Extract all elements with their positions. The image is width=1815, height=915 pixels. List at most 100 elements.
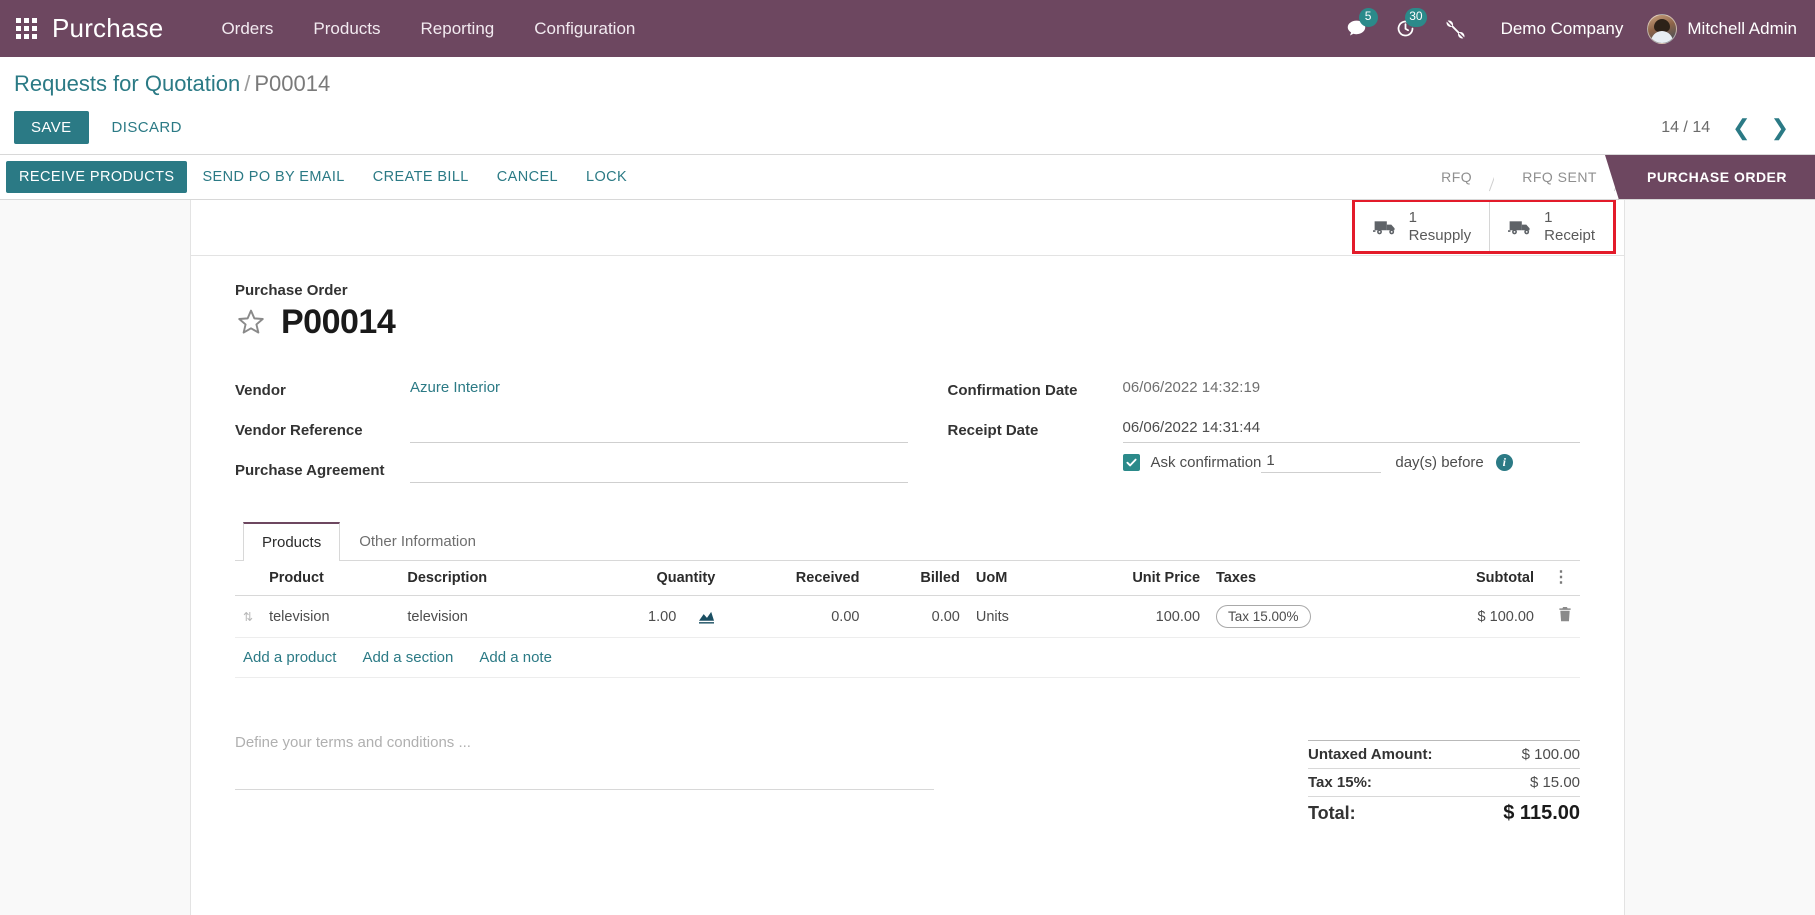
forecast-report-icon[interactable]	[698, 609, 715, 624]
form-column-right: Confirmation Date 06/06/2022 14:32:19 Re…	[908, 372, 1581, 492]
terms-and-conditions[interactable]: Define your terms and conditions ...	[235, 734, 935, 790]
stage-rfq-sent[interactable]: RFQ SENT	[1494, 155, 1619, 199]
field-vendor-reference-label: Vendor Reference	[235, 422, 363, 439]
stage-rfq[interactable]: RFQ	[1413, 155, 1495, 199]
field-vendor-reference: Vendor Reference	[235, 412, 908, 443]
cell-uom[interactable]: Units	[967, 595, 1057, 638]
row-drag-handle[interactable]: ⇅	[235, 595, 262, 638]
drag-handle-icon: ⇅	[243, 609, 254, 624]
apps-grid-icon[interactable]	[0, 18, 52, 39]
table-row[interactable]: ⇅ television television 1.00 0.00 0.00 U…	[235, 595, 1580, 638]
receive-products-button[interactable]: RECEIVE PRODUCTS	[6, 161, 188, 193]
add-a-section-link[interactable]: Add a section	[362, 649, 453, 666]
menu-item-reporting[interactable]: Reporting	[401, 0, 515, 57]
menu-item-products[interactable]: Products	[293, 0, 400, 57]
optional-columns-toggle[interactable]: ⋮	[1542, 561, 1580, 596]
cell-billed[interactable]: 0.00	[867, 595, 968, 638]
tab-other-information[interactable]: Other Information	[340, 522, 495, 561]
column-header-product: Product	[261, 561, 400, 596]
handle-column-header	[235, 561, 262, 596]
field-purchase-agreement: Purchase Agreement	[235, 452, 908, 483]
status-action-bar: RECEIVE PRODUCTS SEND PO BY EMAIL CREATE…	[0, 155, 1815, 200]
field-receipt-date-input[interactable]: 06/06/2022 14:31:44	[1122, 419, 1580, 443]
column-header-subtotal: Subtotal	[1408, 561, 1542, 596]
company-switcher[interactable]: Demo Company	[1479, 19, 1640, 39]
field-vendor: Vendor Azure Interior	[235, 372, 908, 403]
cell-received[interactable]: 0.00	[723, 595, 868, 638]
cell-description[interactable]: television	[399, 595, 573, 638]
control-panel: Requests for Quotation / P00014 SAVE DISCA…	[0, 57, 1815, 155]
total-row-total: Total: $ 115.00	[1308, 796, 1580, 830]
pager-counter: 14 / 14	[1661, 118, 1711, 136]
activities-button[interactable]: 30	[1381, 0, 1430, 57]
chevron-left-icon[interactable]: ❮	[1724, 115, 1758, 141]
vertical-dots-icon: ⋮	[1553, 569, 1569, 586]
ask-confirmation-checkbox[interactable]	[1122, 454, 1140, 471]
lock-button[interactable]: LOCK	[573, 161, 640, 193]
user-menu[interactable]: Mitchell Admin	[1639, 13, 1797, 44]
column-header-unit-price: Unit Price	[1056, 561, 1209, 596]
checkmark-icon	[1125, 458, 1137, 467]
ask-confirmation-label: Ask confirmation	[1150, 454, 1262, 471]
smart-button-receipt[interactable]: 1 Receipt	[1490, 202, 1613, 251]
create-bill-button[interactable]: CREATE BILL	[360, 161, 482, 193]
cell-taxes[interactable]: Tax 15.00%	[1208, 595, 1409, 638]
column-header-quantity: Quantity	[572, 561, 724, 596]
total-row-tax: Tax 15%: $ 15.00	[1308, 768, 1580, 796]
field-purchase-agreement-input[interactable]	[410, 459, 908, 483]
truck-icon	[1372, 217, 1399, 237]
trash-icon	[1558, 607, 1572, 626]
add-a-note-link[interactable]: Add a note	[479, 649, 552, 666]
order-lines-header: Product Description Quantity Received Bi…	[235, 561, 1580, 596]
ask-confirmation-days-input[interactable]	[1261, 452, 1382, 473]
add-a-product-link[interactable]: Add a product	[243, 649, 336, 666]
tab-products[interactable]: Products	[243, 522, 341, 561]
record-title-label: Purchase Order	[235, 282, 348, 299]
messages-button[interactable]: 5	[1332, 0, 1381, 57]
smart-button-box: 1 Resupply 1 Receipt	[191, 200, 1624, 256]
page-title: P00014	[281, 303, 396, 341]
form-fields: Vendor Azure Interior Vendor Reference P…	[235, 372, 1580, 492]
menu-item-orders[interactable]: Orders	[201, 0, 293, 57]
discard-button[interactable]: DISCARD	[97, 111, 197, 144]
field-receipt-date: Receipt Date 06/06/2022 14:31:44	[948, 412, 1580, 443]
smart-button-receipt-label: Receipt	[1544, 226, 1595, 244]
cell-quantity[interactable]: 1.00	[572, 595, 724, 638]
navbar-right: 5 30 Demo Company Mitchell Admin	[1332, 0, 1797, 57]
cancel-button[interactable]: CANCEL	[484, 161, 571, 193]
cell-product[interactable]: television	[261, 595, 400, 638]
messages-badge: 5	[1358, 8, 1378, 27]
days-before-label: day(s) before	[1395, 454, 1484, 471]
total-value-tax: $ 15.00	[1529, 774, 1580, 791]
total-value-untaxed: $ 100.00	[1521, 746, 1580, 763]
total-value-total: $ 115.00	[1503, 802, 1580, 824]
column-header-billed: Billed	[867, 561, 968, 596]
row-delete-button[interactable]	[1542, 595, 1580, 638]
tax-badge: Tax 15.00%	[1216, 605, 1311, 628]
info-icon[interactable]: i	[1495, 454, 1513, 471]
field-confirmation-date-value: 06/06/2022 14:32:19	[1122, 379, 1261, 396]
smart-button-resupply[interactable]: 1 Resupply	[1354, 202, 1491, 251]
breadcrumb-root-link[interactable]: Requests for Quotation	[14, 71, 240, 96]
star-outline-icon[interactable]	[235, 307, 267, 338]
notebook-tabs: Products Other Information	[235, 522, 1580, 561]
truck-icon	[1508, 217, 1534, 237]
column-header-description: Description	[399, 561, 573, 596]
breadcrumb-separator: /	[244, 71, 251, 96]
field-vendor-value[interactable]: Azure Interior	[410, 379, 908, 403]
field-ask-confirmation: Ask confirmation day(s) before i	[948, 452, 1581, 473]
top-navbar: Purchase Orders Products Reporting Confi…	[0, 0, 1815, 57]
menu-item-configuration[interactable]: Configuration	[514, 0, 655, 57]
stage-purchase-order[interactable]: PURCHASE ORDER	[1604, 155, 1815, 200]
order-lines-table: Product Description Quantity Received Bi…	[235, 561, 1580, 678]
column-header-uom: UoM	[967, 561, 1057, 596]
field-vendor-reference-input[interactable]	[410, 419, 908, 443]
app-brand-purchase[interactable]: Purchase	[52, 13, 163, 44]
send-po-by-email-button[interactable]: SEND PO BY EMAIL	[189, 161, 357, 193]
chevron-right-icon[interactable]: ❯	[1763, 115, 1797, 141]
debug-menu-button[interactable]	[1430, 0, 1479, 57]
notebook: Products Other Information Product Descr…	[235, 522, 1580, 678]
cell-unit-price[interactable]: 100.00	[1056, 595, 1209, 638]
form-view-scroll-area: 1 Resupply 1 Receipt Purchase Order P000…	[0, 200, 1815, 915]
save-button[interactable]: SAVE	[14, 111, 89, 144]
